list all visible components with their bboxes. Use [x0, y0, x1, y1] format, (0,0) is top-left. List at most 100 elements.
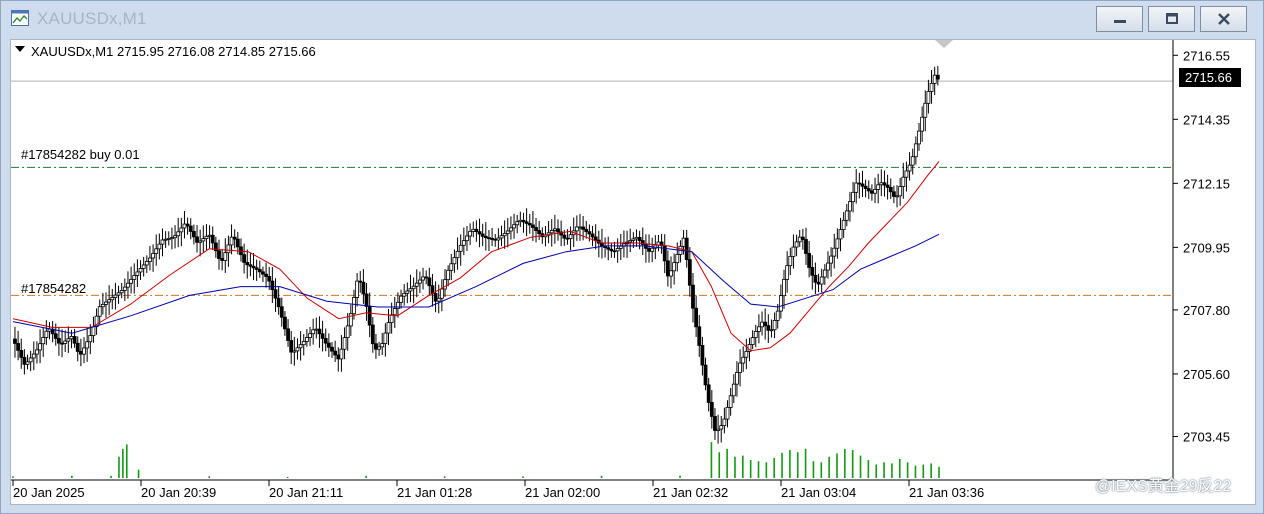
candle-body-71 — [235, 238, 240, 248]
candle-body-175 — [562, 234, 567, 239]
y-tick-label-1: 2714.35 — [1183, 112, 1230, 127]
candle-body-37 — [129, 278, 134, 284]
buy-order-label[interactable]: #17854282 buy 0.01 — [21, 147, 140, 162]
candle-body-109 — [355, 280, 360, 298]
candle-body-258 — [822, 269, 827, 278]
candle-body-237 — [757, 326, 761, 332]
candle-body-130 — [421, 276, 425, 281]
watermark: @IEXS黄金29反22 — [1073, 472, 1231, 496]
candle-body-0 — [13, 338, 17, 344]
candle-body-103 — [336, 354, 341, 360]
candle-body-260 — [829, 255, 833, 264]
candle-body-164 — [527, 222, 532, 226]
chart-header-info: XAUUSDx,M1 2715.95 2716.08 2714.85 2715.… — [31, 44, 316, 59]
candle-body-21 — [78, 351, 83, 355]
candle-body-241 — [769, 329, 774, 332]
candle-body-73 — [242, 254, 247, 263]
candle-body-87 — [286, 328, 290, 341]
candle-body-269 — [857, 182, 862, 185]
candle-body-134 — [433, 293, 438, 302]
watermark-text: @IEXS黄金29反22 — [1095, 478, 1232, 495]
chart-area[interactable]: 2716.55 2714.35 2712.15 2709.95 2707.80 2705.… — [10, 39, 1256, 505]
candle-body-69 — [229, 236, 234, 246]
candle-body-65 — [217, 250, 221, 259]
candle-body-83 — [273, 289, 278, 299]
x-tick-label-4: 21 Jan 02:00 — [525, 485, 600, 500]
candle-body-51 — [173, 235, 177, 239]
candle-body-273 — [870, 190, 874, 194]
candle-body-46 — [157, 243, 162, 250]
candle-body-62 — [207, 234, 212, 237]
candle-body-75 — [248, 264, 253, 267]
candle-body-15 — [60, 342, 64, 345]
candle-body-106 — [345, 325, 350, 338]
x-tick-label-0: 20 Jan 2025 — [13, 485, 85, 500]
candle-body-79 — [261, 271, 265, 275]
candle-body-197 — [631, 238, 636, 241]
candle-body-210 — [672, 262, 677, 272]
candle-body-118 — [383, 332, 388, 344]
candle-body-239 — [763, 321, 768, 327]
candle-body-275 — [876, 184, 881, 190]
candle-body-91 — [298, 344, 303, 349]
stop-order-label[interactable]: #17854282 — [21, 281, 86, 296]
candle-body-76 — [251, 265, 256, 269]
candle-body-235 — [750, 337, 755, 345]
candle-body-220 — [703, 364, 708, 386]
candle-body-156 — [502, 232, 507, 237]
candle-body-102 — [333, 350, 338, 356]
candle-body-97 — [317, 328, 322, 335]
candle-body-193 — [618, 245, 623, 249]
candle-body-146 — [471, 228, 476, 232]
candle-body-92 — [301, 341, 306, 346]
candle-body-84 — [276, 297, 281, 308]
candle-body-268 — [854, 182, 859, 193]
candle-body-173 — [556, 228, 560, 233]
candle-body-93 — [304, 337, 309, 342]
candle-body-252 — [804, 239, 808, 254]
candle-body-286 — [910, 156, 915, 166]
candle-body-163 — [524, 221, 529, 224]
x-tick-label-6: 21 Jan 03:04 — [781, 485, 856, 500]
minimize-button[interactable] — [1096, 6, 1143, 32]
candle-body-157 — [505, 230, 510, 234]
window-title: XAUUSDx,M1 — [37, 9, 147, 28]
candle-body-219 — [700, 345, 705, 366]
candle-body-58 — [195, 236, 199, 243]
candle-body-30 — [107, 299, 112, 303]
candle-body-128 — [414, 282, 419, 287]
candle-body-119 — [386, 322, 391, 334]
candle-body-179 — [574, 226, 579, 232]
restore-button[interactable] — [1148, 6, 1195, 32]
candle-body-27 — [97, 306, 102, 317]
candle-body-49 — [166, 238, 171, 240]
candle-body-189 — [606, 247, 611, 250]
candle-body-198 — [634, 236, 639, 240]
candle-body-289 — [920, 116, 925, 132]
candle-body-67 — [223, 252, 228, 261]
candle-body-246 — [785, 265, 790, 280]
price-chart[interactable]: 2716.55 2714.35 2712.15 2709.95 2707.80 2705.… — [11, 40, 1255, 504]
candle-body-226 — [722, 418, 727, 427]
candle-body-68 — [226, 244, 231, 254]
candle-body-99 — [323, 338, 328, 344]
candle-body-122 — [396, 301, 400, 309]
candle-body-101 — [330, 346, 334, 352]
candle-body-59 — [198, 240, 203, 243]
chart-window-icon — [11, 10, 29, 26]
candle-body-32 — [113, 294, 118, 298]
title-bar[interactable]: XAUUSDx,M1 — [1, 1, 1263, 37]
y-tick-label-6: 2703.45 — [1183, 430, 1230, 445]
candle-body-244 — [778, 295, 783, 312]
candle-body-54 — [182, 223, 187, 229]
candle-body-228 — [728, 395, 733, 408]
candle-body-238 — [760, 321, 764, 328]
candle-body-276 — [879, 182, 884, 186]
candle-body-242 — [772, 320, 777, 331]
candle-body-280 — [891, 191, 896, 197]
candle-body-253 — [807, 253, 812, 268]
close-button[interactable] — [1200, 6, 1247, 32]
candle-body-78 — [257, 269, 262, 273]
candle-body-43 — [148, 257, 152, 262]
candle-body-115 — [374, 343, 378, 350]
